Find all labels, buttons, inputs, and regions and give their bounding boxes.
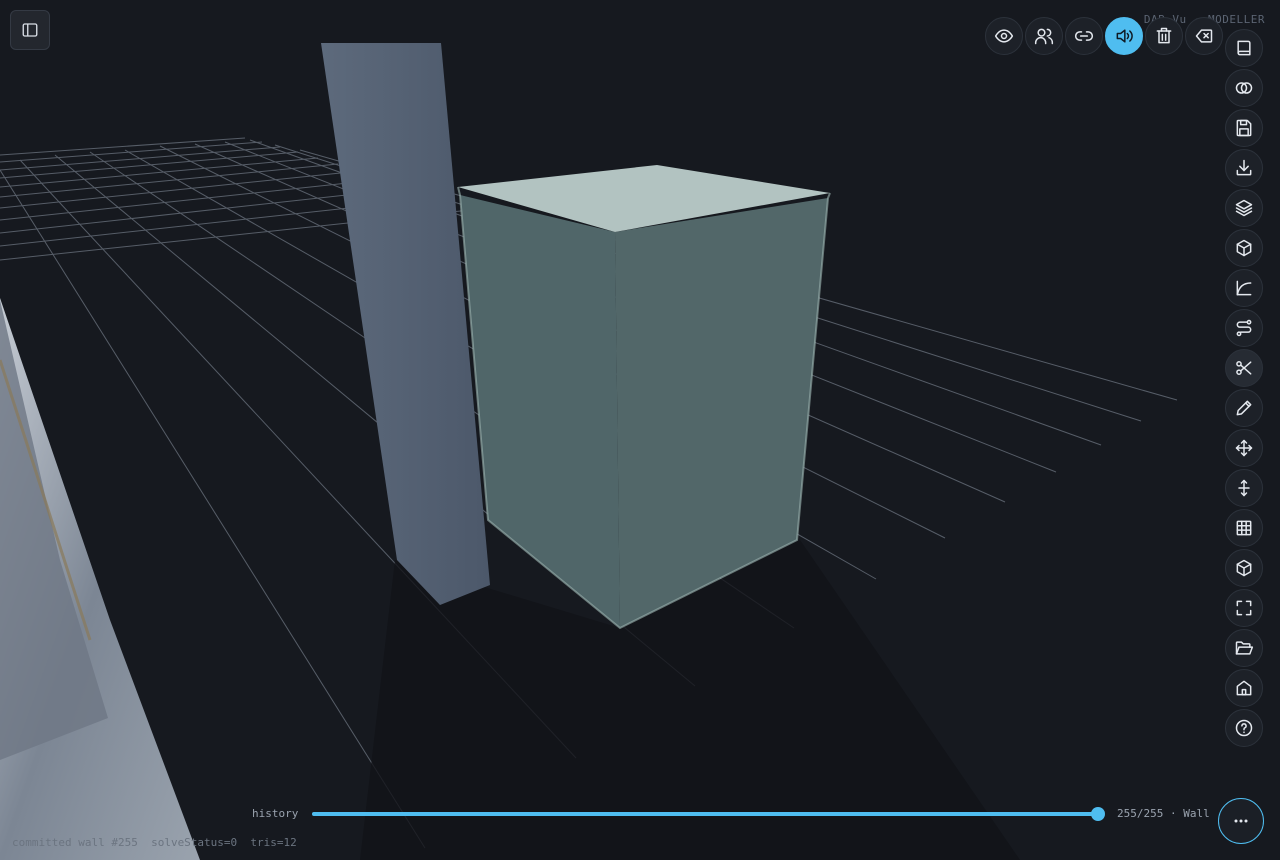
link-icon	[1074, 31, 1094, 41]
intersect-icon	[1235, 82, 1253, 94]
move-button[interactable]	[1225, 429, 1263, 467]
history-slider[interactable]	[312, 807, 1105, 821]
home-icon	[1236, 680, 1252, 696]
scissors-icon	[1236, 361, 1252, 375]
sidebar-icon	[22, 23, 38, 37]
move-vertical-button[interactable]	[1225, 469, 1263, 507]
fullscreen-icon	[1236, 600, 1252, 616]
users-button[interactable]	[1025, 17, 1063, 55]
grid-icon	[1236, 520, 1252, 536]
eye-icon	[994, 29, 1014, 43]
library-button[interactable]	[1225, 29, 1263, 67]
save-button[interactable]	[1225, 109, 1263, 147]
delete-button[interactable]	[1145, 17, 1183, 55]
more-horizontal-icon	[1234, 819, 1248, 823]
download-button[interactable]	[1225, 149, 1263, 187]
folder-open-icon	[1235, 641, 1254, 655]
fullscreen-button[interactable]	[1225, 589, 1263, 627]
link-button[interactable]	[1065, 17, 1103, 55]
route-icon	[1236, 319, 1252, 337]
trash-icon	[1156, 27, 1172, 44]
curve-icon	[1236, 280, 1252, 296]
book-icon	[1237, 40, 1251, 56]
speaker-icon	[1116, 29, 1133, 43]
3d-viewport[interactable]	[0, 0, 1280, 860]
help-button[interactable]	[1225, 709, 1263, 747]
erase-button[interactable]	[1185, 17, 1223, 55]
package-icon	[1236, 559, 1252, 577]
history-slider-thumb[interactable]	[1091, 807, 1105, 821]
box-button[interactable]	[1225, 229, 1263, 267]
pencil-icon	[1236, 400, 1252, 416]
edit-button[interactable]	[1225, 389, 1263, 427]
open-folder-button[interactable]	[1225, 629, 1263, 667]
more-button[interactable]	[1218, 798, 1264, 844]
curve-button[interactable]	[1225, 269, 1263, 307]
status-line: committed wall #255 solveStatus=0 tris=1…	[12, 836, 297, 849]
visibility-button[interactable]	[985, 17, 1023, 55]
layers-button[interactable]	[1225, 189, 1263, 227]
download-icon	[1236, 159, 1252, 176]
route-button[interactable]	[1225, 309, 1263, 347]
sidebar-toggle-button[interactable]	[10, 10, 50, 50]
boolean-button[interactable]	[1225, 69, 1263, 107]
cube-icon	[1236, 239, 1252, 257]
sound-button[interactable]	[1105, 17, 1143, 55]
help-icon	[1235, 719, 1253, 737]
package-button[interactable]	[1225, 549, 1263, 587]
move-vertical-icon	[1238, 479, 1250, 497]
move-icon	[1235, 439, 1253, 457]
history-label: history	[252, 807, 299, 820]
floppy-icon	[1236, 119, 1252, 137]
backspace-icon	[1195, 29, 1213, 43]
layers-icon	[1235, 199, 1253, 217]
grid-button[interactable]	[1225, 509, 1263, 547]
home-button[interactable]	[1225, 669, 1263, 707]
history-slider-fill	[312, 812, 1098, 816]
wall-slab	[321, 43, 490, 605]
cut-button[interactable]	[1225, 349, 1263, 387]
history-readout: 255/255 · Wall	[1117, 807, 1210, 820]
users-icon	[1034, 28, 1054, 45]
